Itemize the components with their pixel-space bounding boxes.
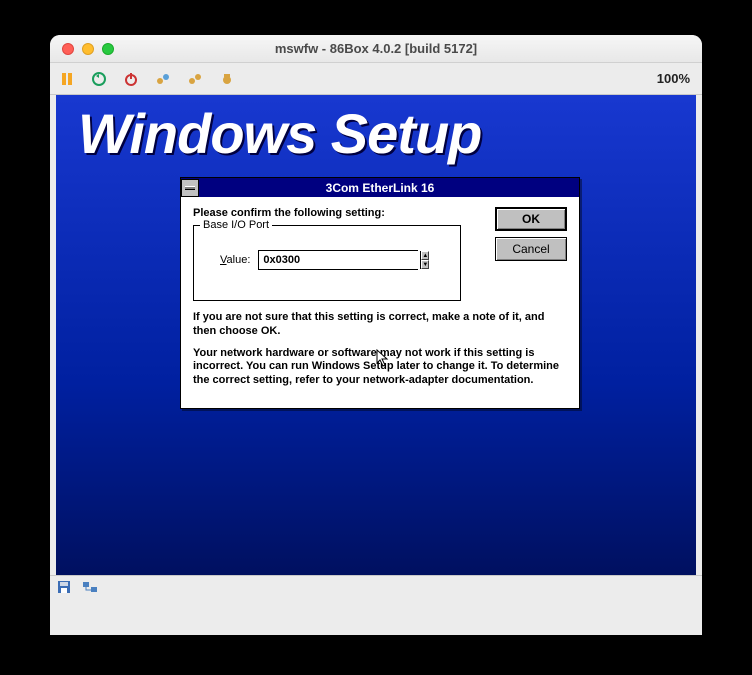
network-icon[interactable]	[82, 579, 98, 595]
pause-icon[interactable]	[58, 70, 76, 88]
value-label: Value:	[220, 254, 250, 266]
settings-alt-icon[interactable]	[186, 70, 204, 88]
dialog-info-text: If you are not sure that this setting is…	[193, 311, 565, 388]
status-bar	[50, 575, 702, 597]
traffic-lights	[62, 43, 114, 55]
settings-icon[interactable]	[154, 70, 172, 88]
emulated-screen: Windows Setup 3Com EtherLink 16 Please c…	[56, 95, 696, 575]
dialog-title: 3Com EtherLink 16	[199, 181, 579, 195]
floppy-icon[interactable]	[56, 579, 72, 595]
spinner-up-icon[interactable]: ▲	[421, 251, 429, 260]
mac-titlebar: mswfw - 86Box 4.0.2 [build 5172]	[50, 35, 702, 63]
power-icon[interactable]	[122, 70, 140, 88]
emulator-window: mswfw - 86Box 4.0.2 [build 5172] 100% Wi…	[50, 35, 702, 635]
dialog-body: Please confirm the following setting: Ba…	[181, 197, 579, 408]
emulator-toolbar: 100%	[50, 63, 702, 95]
minimize-icon[interactable]	[82, 43, 94, 55]
window-title: mswfw - 86Box 4.0.2 [build 5172]	[50, 41, 702, 56]
reset-icon[interactable]	[90, 70, 108, 88]
zoom-level: 100%	[657, 71, 694, 86]
value-spinner[interactable]: ▲ ▼	[258, 250, 418, 270]
settings-dialog: 3Com EtherLink 16 Please confirm the fol…	[180, 177, 580, 409]
ok-button[interactable]: OK	[495, 207, 567, 231]
page-title: Windows Setup	[78, 101, 481, 166]
screenshot-icon[interactable]	[218, 70, 236, 88]
cancel-button[interactable]: Cancel	[495, 237, 567, 261]
spinner-down-icon[interactable]: ▼	[421, 260, 429, 269]
base-io-port-group: Base I/O Port Value: ▲ ▼	[193, 225, 461, 301]
zoom-icon[interactable]	[102, 43, 114, 55]
value-input[interactable]	[259, 251, 420, 269]
dialog-titlebar[interactable]: 3Com EtherLink 16	[181, 178, 579, 197]
group-legend: Base I/O Port	[200, 219, 272, 231]
close-icon[interactable]	[62, 43, 74, 55]
system-menu-icon[interactable]	[181, 179, 199, 197]
